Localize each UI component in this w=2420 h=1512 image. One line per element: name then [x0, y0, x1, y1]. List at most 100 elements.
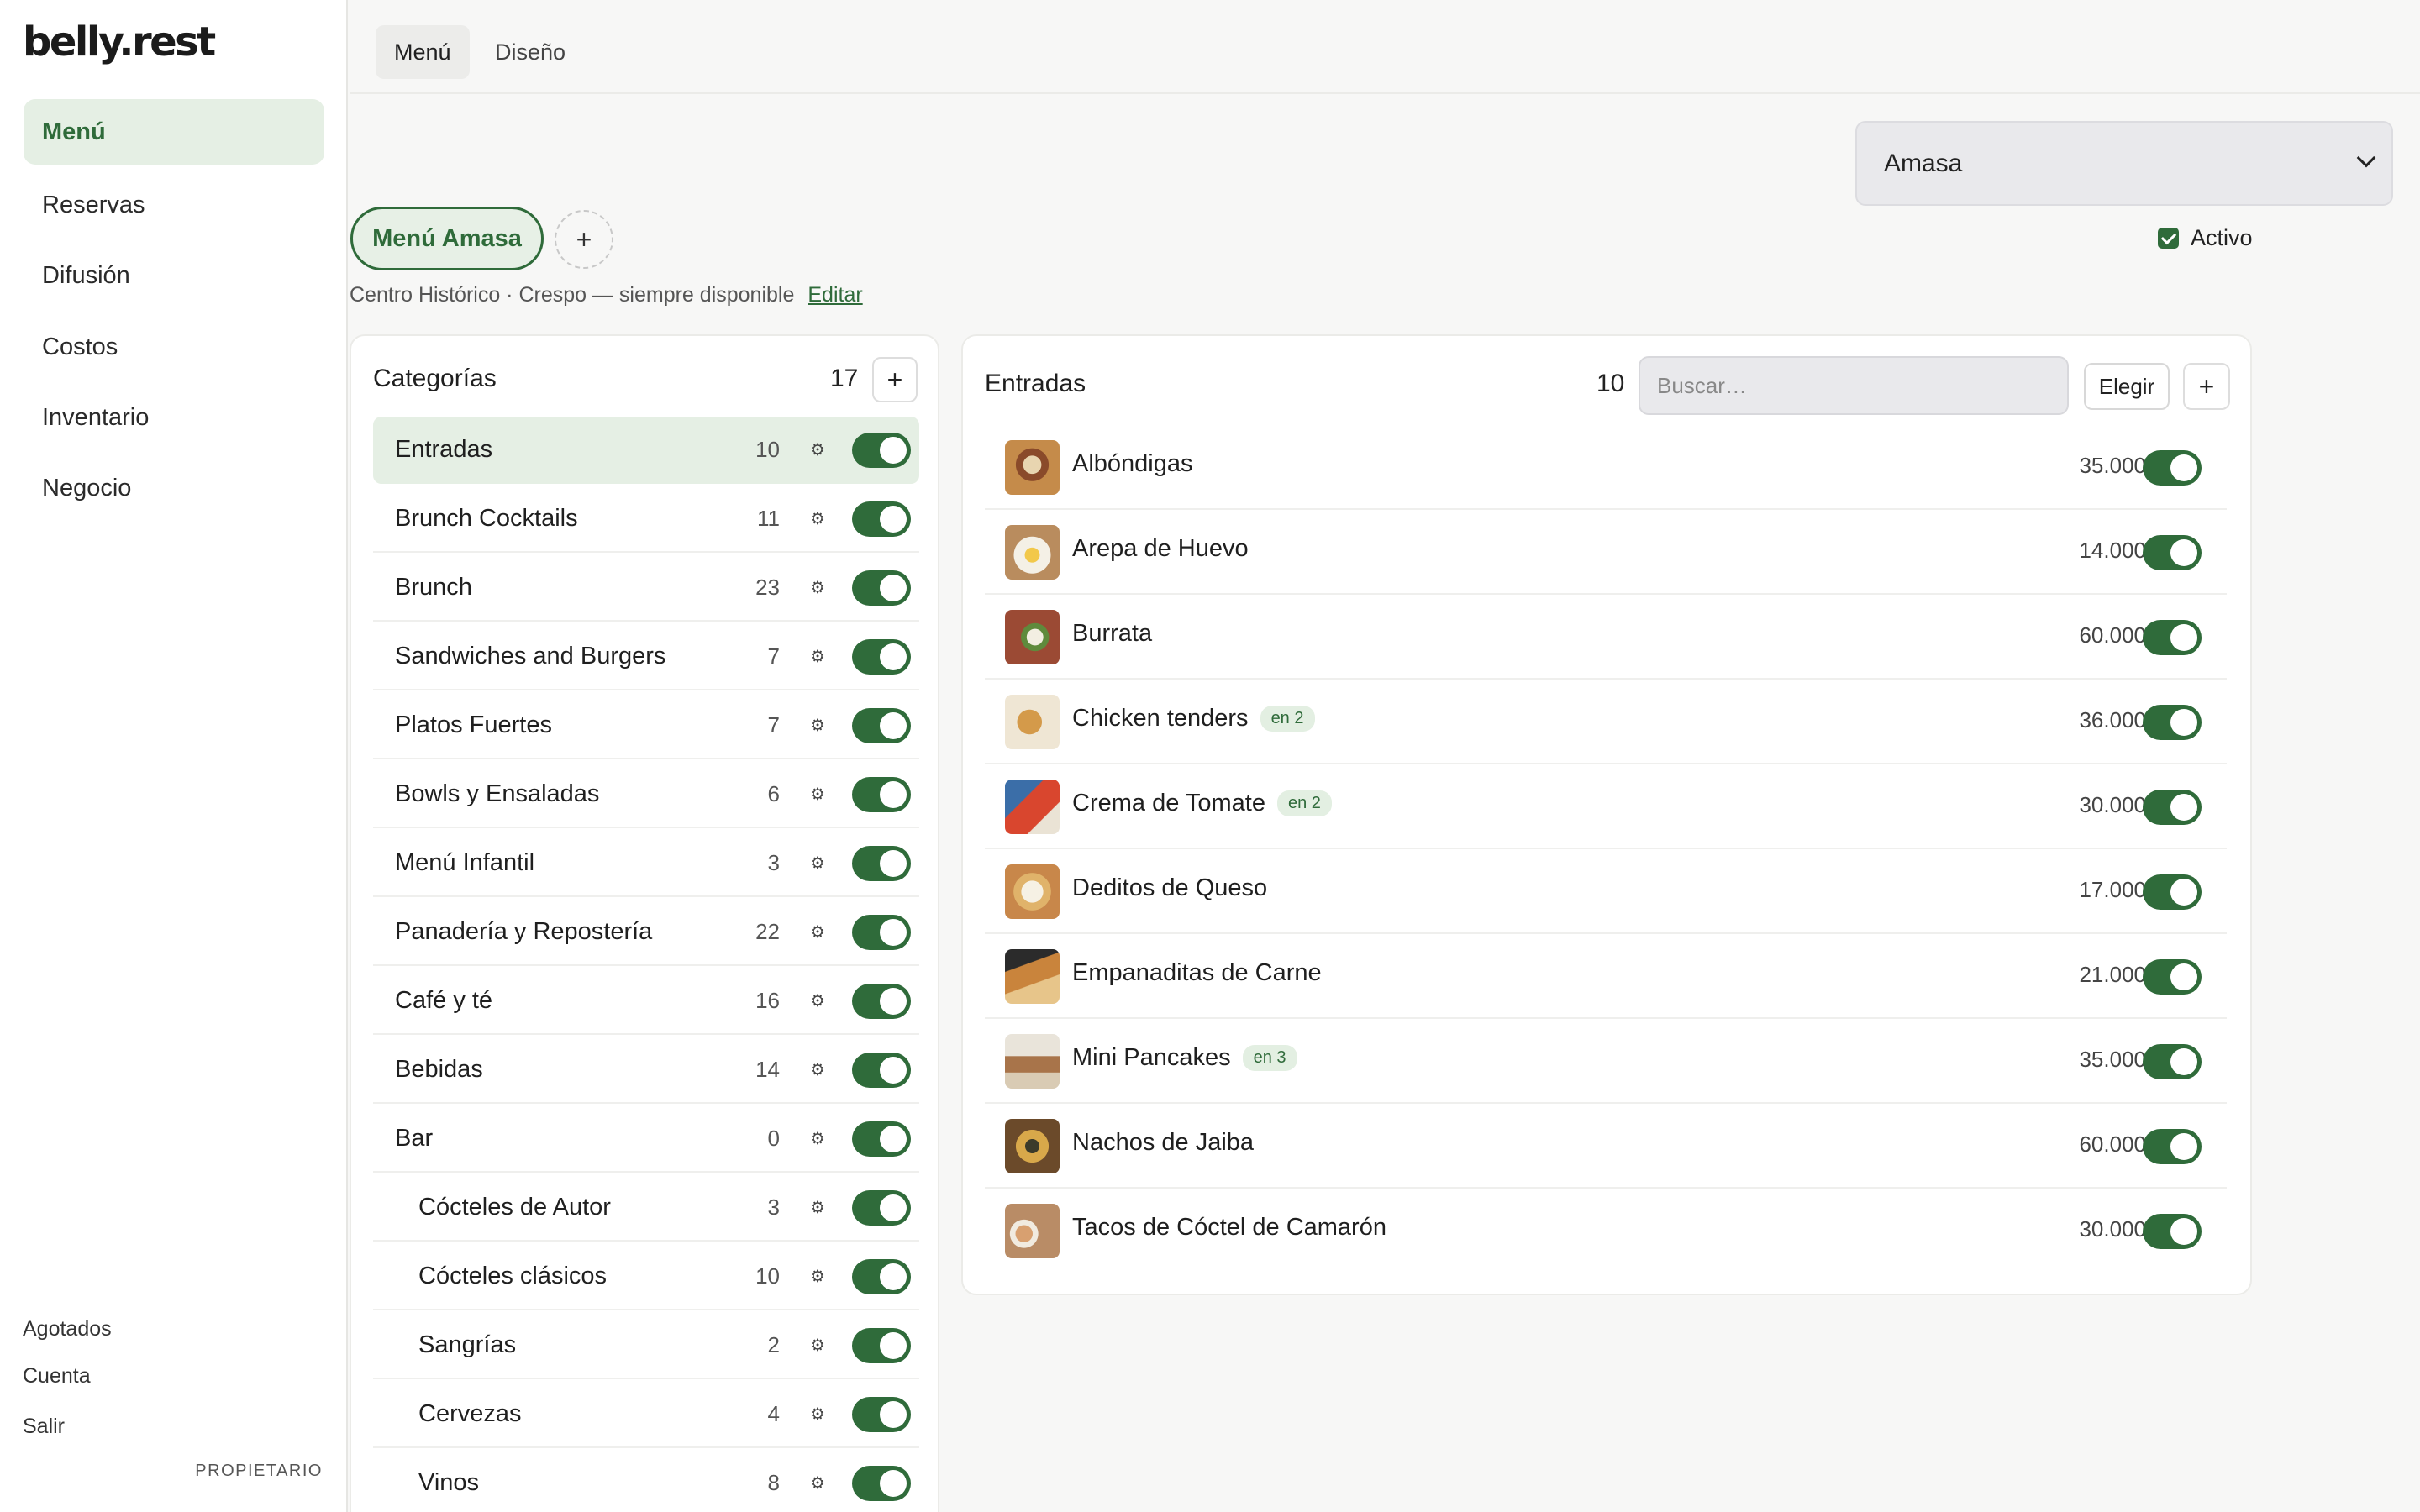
subcategory-row[interactable]: Cócteles de Autor 3 ⚙ — [373, 1174, 919, 1242]
category-row[interactable]: Menú Infantil 3 ⚙ — [373, 830, 919, 897]
gear-icon[interactable]: ⚙ — [810, 715, 825, 736]
sidebar-item-inventario[interactable]: Inventario — [24, 385, 324, 450]
category-toggle[interactable] — [852, 433, 911, 468]
add-item-button[interactable]: + — [2183, 363, 2230, 410]
category-toggle[interactable] — [852, 708, 911, 743]
category-toggle[interactable] — [852, 1121, 911, 1157]
category-row[interactable]: Bar 0 ⚙ — [373, 1105, 919, 1173]
gear-icon[interactable]: ⚙ — [810, 784, 825, 805]
item-name-text: Arepa de Huevo — [1072, 535, 1249, 562]
gear-icon[interactable]: ⚙ — [810, 1335, 825, 1356]
category-row[interactable]: Brunch Cocktails 11 ⚙ — [373, 486, 919, 553]
search-input[interactable]: Buscar… — [1639, 356, 2069, 415]
category-toggle[interactable] — [852, 984, 911, 1019]
item-toggle[interactable] — [2143, 874, 2202, 910]
subcategory-row[interactable]: Cervezas 4 ⚙ — [373, 1381, 919, 1448]
item-row[interactable]: Empanaditas de Carne 21.000 — [985, 934, 2227, 1019]
item-thumbnail — [1005, 440, 1060, 495]
sidebar-item-costos[interactable]: Costos — [24, 314, 324, 380]
category-count: 8 — [767, 1469, 780, 1495]
sidebar-item-menu[interactable]: Menú — [24, 99, 324, 165]
category-count: 7 — [767, 711, 780, 738]
item-toggle[interactable] — [2143, 959, 2202, 995]
category-row[interactable]: Café y té 16 ⚙ — [373, 968, 919, 1035]
item-toggle[interactable] — [2143, 1129, 2202, 1164]
gear-icon[interactable]: ⚙ — [810, 439, 825, 460]
category-toggle[interactable] — [852, 777, 911, 812]
item-toggle[interactable] — [2143, 450, 2202, 486]
item-row[interactable]: Tacos de Cóctel de Camarón 30.000 — [985, 1189, 2227, 1273]
salir-link[interactable]: Salir — [23, 1415, 65, 1439]
item-row[interactable]: Nachos de Jaiba 60.000 — [985, 1104, 2227, 1189]
category-toggle[interactable] — [852, 639, 911, 675]
item-row[interactable]: Crema de Tomate en 2 30.000 — [985, 764, 2227, 849]
subcategory-row[interactable]: Vinos 8 ⚙ — [373, 1450, 919, 1512]
sidebar-item-negocio[interactable]: Negocio — [24, 455, 324, 521]
gear-icon[interactable]: ⚙ — [810, 1266, 825, 1287]
category-row[interactable]: Panadería y Repostería 22 ⚙ — [373, 899, 919, 966]
tab-menu[interactable]: Menú — [376, 25, 470, 79]
item-badge: en 3 — [1242, 1045, 1297, 1071]
sidebar-item-difusion[interactable]: Difusión — [24, 243, 324, 308]
item-toggle[interactable] — [2143, 620, 2202, 655]
categories-panel: Categorías 17 + Entradas 10 ⚙ Brunch Coc… — [350, 334, 939, 1512]
active-checkbox[interactable] — [2158, 228, 2179, 249]
item-row[interactable]: Mini Pancakes en 3 35.000 — [985, 1019, 2227, 1104]
category-row[interactable]: Sandwiches and Burgers 7 ⚙ — [373, 623, 919, 690]
category-row[interactable]: Brunch 23 ⚙ — [373, 554, 919, 622]
category-toggle[interactable] — [852, 1328, 911, 1363]
menu-pill[interactable]: Menú Amasa — [350, 207, 544, 270]
add-category-button[interactable]: + — [872, 357, 918, 402]
category-toggle[interactable] — [852, 1397, 911, 1432]
agotados-link[interactable]: Agotados — [23, 1317, 112, 1341]
gear-icon[interactable]: ⚙ — [810, 921, 825, 942]
gear-icon[interactable]: ⚙ — [810, 508, 825, 529]
item-toggle[interactable] — [2143, 1214, 2202, 1249]
gear-icon[interactable]: ⚙ — [810, 853, 825, 874]
gear-icon[interactable]: ⚙ — [810, 1197, 825, 1218]
item-toggle[interactable] — [2143, 790, 2202, 825]
item-row[interactable]: Deditos de Queso 17.000 — [985, 849, 2227, 934]
category-row[interactable]: Platos Fuertes 7 ⚙ — [373, 692, 919, 759]
category-toggle[interactable] — [852, 1259, 911, 1294]
tab-diseno[interactable]: Diseño — [476, 25, 584, 79]
gear-icon[interactable]: ⚙ — [810, 1059, 825, 1080]
item-name: Arepa de Huevo — [1072, 535, 1249, 563]
gear-icon[interactable]: ⚙ — [810, 577, 825, 598]
menu-availability: Centro Histórico · Crespo — siempre disp… — [350, 283, 795, 307]
add-menu-button[interactable]: + — [555, 210, 613, 269]
item-toggle[interactable] — [2143, 535, 2202, 570]
gear-icon[interactable]: ⚙ — [810, 646, 825, 667]
item-toggle[interactable] — [2143, 1044, 2202, 1079]
category-toggle[interactable] — [852, 846, 911, 881]
category-row[interactable]: Bebidas 14 ⚙ — [373, 1037, 919, 1104]
sidebar: belly.rest Menú Reservas Difusión Costos… — [0, 0, 348, 1512]
category-toggle[interactable] — [852, 915, 911, 950]
category-toggle[interactable] — [852, 570, 911, 606]
gear-icon[interactable]: ⚙ — [810, 990, 825, 1011]
category-toggle[interactable] — [852, 501, 911, 537]
sidebar-item-reservas[interactable]: Reservas — [24, 172, 324, 238]
item-toggle[interactable] — [2143, 705, 2202, 740]
category-row[interactable]: Bowls y Ensaladas 6 ⚙ — [373, 761, 919, 828]
choose-button[interactable]: Elegir — [2084, 363, 2170, 410]
item-row[interactable]: Chicken tenders en 2 36.000 — [985, 680, 2227, 764]
restaurant-select[interactable]: Amasa — [1855, 121, 2393, 206]
active-toggle[interactable]: Activo — [2158, 225, 2253, 251]
category-toggle[interactable] — [852, 1053, 911, 1088]
item-row[interactable]: Arepa de Huevo 14.000 — [985, 510, 2227, 595]
subcategory-row[interactable]: Cócteles clásicos 10 ⚙ — [373, 1243, 919, 1310]
edit-menu-link[interactable]: Editar — [808, 283, 862, 307]
category-toggle[interactable] — [852, 1466, 911, 1501]
gear-icon[interactable]: ⚙ — [810, 1473, 825, 1494]
cuenta-link[interactable]: Cuenta — [23, 1364, 91, 1389]
gear-icon[interactable]: ⚙ — [810, 1404, 825, 1425]
category-row[interactable]: Entradas 10 ⚙ — [373, 417, 919, 484]
gear-icon[interactable]: ⚙ — [810, 1128, 825, 1149]
category-toggle[interactable] — [852, 1190, 911, 1226]
subcategory-row[interactable]: Sangrías 2 ⚙ — [373, 1312, 919, 1379]
item-row[interactable]: Albóndigas 35.000 — [985, 425, 2227, 510]
item-row[interactable]: Burrata 60.000 — [985, 595, 2227, 680]
restaurant-select-value: Amasa — [1884, 149, 1963, 177]
item-name: Nachos de Jaiba — [1072, 1129, 1254, 1157]
